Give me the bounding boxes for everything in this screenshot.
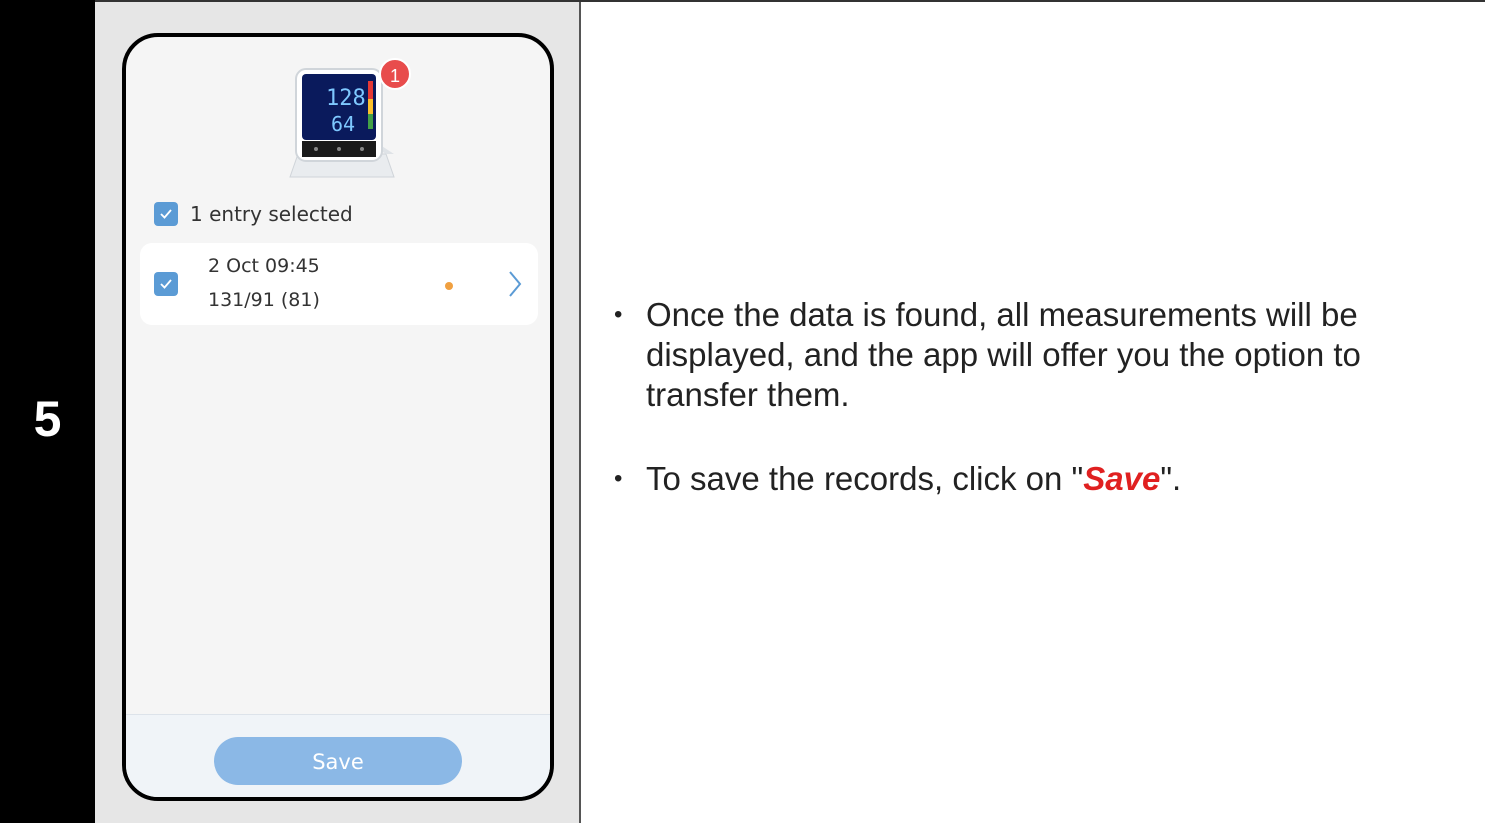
select-all-checkbox[interactable] — [154, 202, 178, 226]
phone-screen: 128 64 1 1 entry selected 2 Oct 09:45 13… — [122, 33, 554, 801]
instruction-item-1: • Once the data is found, all measuremen… — [608, 295, 1468, 415]
selection-count-label: 1 entry selected — [190, 202, 353, 226]
bottom-bar: Save — [126, 714, 550, 797]
notification-badge: 1 — [379, 58, 411, 90]
measurement-entry[interactable]: 2 Oct 09:45 131/91 (81) — [140, 243, 538, 325]
step-column: 5 — [0, 0, 95, 823]
svg-text:64: 64 — [331, 112, 355, 136]
instruction-text-2-prefix: To save the records, click on " — [646, 460, 1084, 497]
check-icon — [160, 209, 172, 219]
instructions: • Once the data is found, all measuremen… — [608, 295, 1468, 543]
step-number: 5 — [33, 391, 62, 447]
entry-date: 2 Oct 09:45 — [208, 255, 320, 277]
instruction-item-2: • To save the records, click on "Save". — [608, 459, 1468, 499]
select-all-row[interactable]: 1 entry selected — [154, 200, 353, 228]
table-top-border — [95, 0, 1485, 10]
check-icon — [160, 279, 172, 289]
bullet: • — [614, 465, 623, 492]
entry-checkbox[interactable] — [154, 272, 178, 296]
svg-text:128: 128 — [326, 86, 366, 111]
save-button[interactable]: Save — [214, 737, 462, 785]
instruction-text-1: Once the data is found, all measurements… — [646, 296, 1361, 413]
bullet: • — [614, 301, 623, 328]
save-highlight: Save — [1083, 460, 1161, 497]
entry-values: 131/91 (81) — [208, 289, 320, 311]
status-dot — [445, 282, 453, 290]
chevron-right-icon[interactable] — [507, 270, 523, 298]
instruction-text-2-suffix: ". — [1160, 460, 1182, 497]
